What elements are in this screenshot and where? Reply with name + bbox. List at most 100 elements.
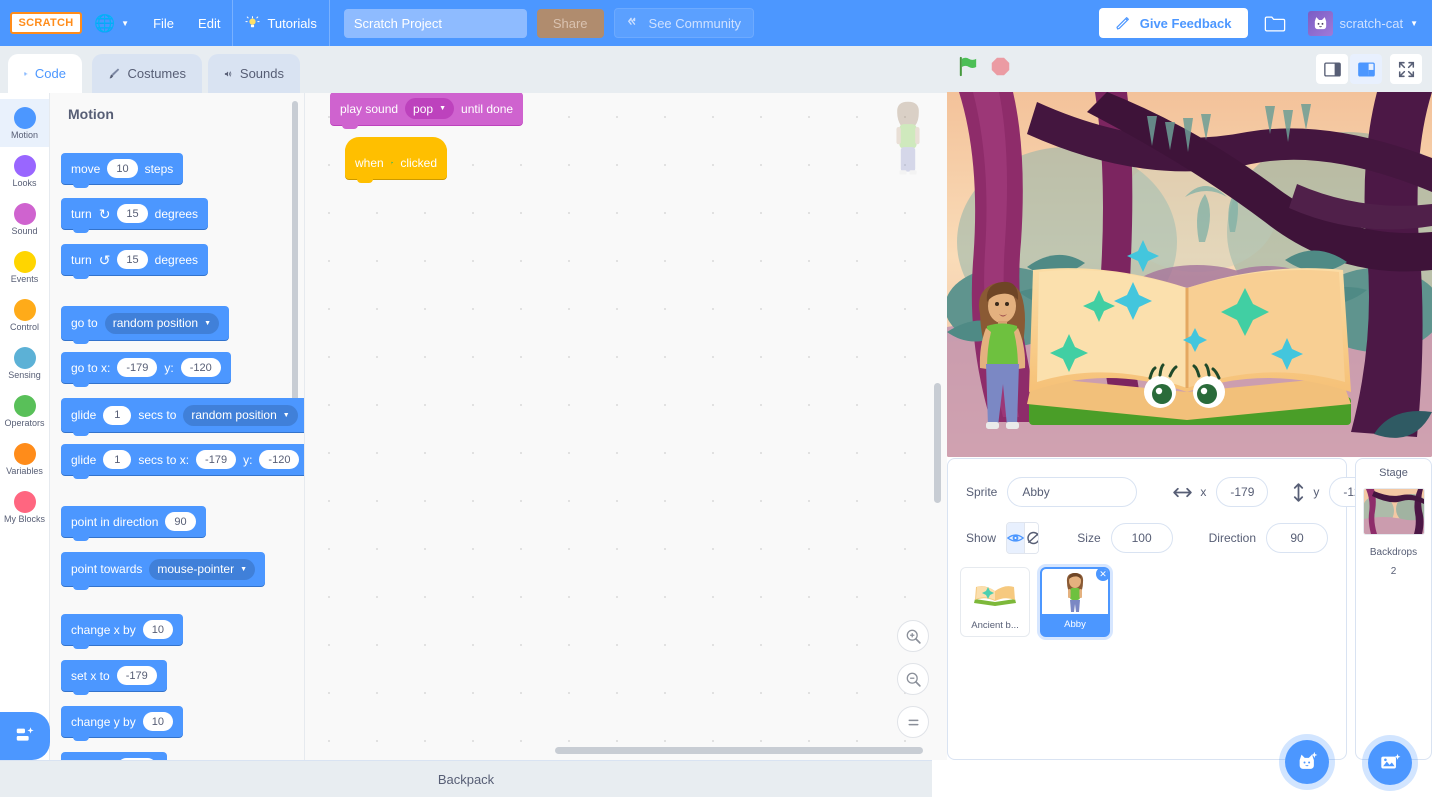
menu-tutorials[interactable]: Tutorials [233, 0, 328, 46]
block-label: y: [243, 453, 252, 467]
category-events[interactable]: Events [0, 243, 49, 291]
eye-crossed-icon [1025, 530, 1039, 546]
category-variables[interactable]: Variables [0, 435, 49, 483]
jungle-backdrop-thumb-icon [1364, 489, 1424, 534]
project-title-input[interactable] [344, 9, 527, 38]
language-menu[interactable]: 🌐 ▼ [82, 0, 141, 46]
stage-selector-pane[interactable]: Stage Backdrops 2 [1355, 458, 1432, 760]
zoom-reset-icon [905, 714, 922, 731]
sensing-color-icon [14, 347, 36, 369]
block-glide-to[interactable]: glide 1 secs to random position ▼ [61, 398, 305, 432]
sprite-x-input[interactable] [1216, 477, 1268, 507]
account-menu[interactable]: scratch-cat ▼ [1302, 0, 1432, 46]
block-point-towards[interactable]: point towards mouse-pointer ▼ [61, 552, 265, 586]
block-go-to-xy[interactable]: go to x: -179 y: -120 [61, 352, 231, 383]
speaker-icon [224, 67, 233, 81]
see-community-button[interactable]: See Community [614, 8, 754, 38]
my-stuff-button[interactable] [1248, 0, 1302, 46]
go-to-x-input[interactable]: -179 [117, 358, 157, 377]
workspace-horizontal-scrollbar[interactable] [555, 747, 923, 754]
category-sound[interactable]: Sound [0, 195, 49, 243]
large-stage-button[interactable] [1350, 54, 1382, 84]
block-set-x-to[interactable]: set x to -179 [61, 660, 167, 691]
play-sound-dropdown[interactable]: pop ▼ [405, 98, 454, 119]
zoom-out-button[interactable] [897, 663, 929, 695]
block-point-in-direction[interactable]: point in direction 90 [61, 506, 206, 537]
tab-sounds[interactable]: Sounds [208, 54, 300, 93]
add-sprite-button[interactable] [1285, 740, 1329, 784]
variables-color-icon [14, 443, 36, 465]
stop-button[interactable] [990, 56, 1011, 82]
block-set-y-to[interactable]: set y to -120 [61, 752, 167, 760]
menu-edit[interactable]: Edit [186, 0, 232, 46]
move-steps-input[interactable]: 10 [107, 159, 137, 178]
sprite-info-panel: Sprite x y Show [947, 458, 1347, 760]
category-my-blocks[interactable]: My Blocks [0, 483, 49, 531]
small-stage-button[interactable] [1316, 54, 1348, 84]
category-control[interactable]: Control [0, 291, 49, 339]
give-feedback-button[interactable]: Give Feedback [1099, 8, 1248, 38]
size-label: Size [1077, 531, 1100, 545]
sprite-name-input[interactable] [1007, 477, 1137, 507]
tab-costumes[interactable]: Costumes [92, 54, 202, 93]
turn-ccw-input[interactable]: 15 [117, 250, 147, 269]
pencil-icon [1115, 15, 1131, 31]
block-glide-to-xy[interactable]: glide 1 secs to x: -179 y: -120 [61, 444, 305, 475]
fullscreen-button[interactable] [1390, 54, 1422, 84]
backpack-drawer[interactable]: Backpack [0, 760, 932, 797]
cat-avatar-icon [1312, 15, 1329, 32]
block-palette[interactable]: Motion move 10 steps turn ↻ 15 degrees t… [50, 93, 305, 760]
block-change-y-by[interactable]: change y by 10 [61, 706, 183, 737]
add-extension-button[interactable] [0, 712, 50, 760]
category-motion[interactable]: Motion [0, 99, 49, 147]
green-flag-button[interactable] [957, 55, 980, 83]
show-hidden-button[interactable] [1024, 523, 1039, 553]
change-y-input[interactable]: 10 [143, 712, 173, 731]
block-change-x-by[interactable]: change x by 10 [61, 614, 183, 645]
sprite-direction-input[interactable] [1266, 523, 1328, 553]
category-operators[interactable]: Operators [0, 387, 49, 435]
stage-canvas[interactable] [947, 92, 1432, 457]
script-block-play-sound-until-done[interactable]: play sound pop ▼ until done [330, 93, 523, 125]
block-go-to[interactable]: go to random position ▼ [61, 306, 229, 340]
block-turn-ccw[interactable]: turn ↺ 15 degrees [61, 244, 208, 275]
show-visible-button[interactable] [1007, 523, 1024, 553]
go-to-target-dropdown[interactable]: random position ▼ [105, 313, 219, 334]
zoom-in-button[interactable] [897, 620, 929, 652]
glide-secs-input[interactable]: 1 [103, 406, 131, 425]
glide-x-input[interactable]: -179 [196, 450, 236, 469]
go-to-y-input[interactable]: -120 [181, 358, 221, 377]
block-move-steps[interactable]: move 10 steps [61, 153, 183, 184]
workspace-vertical-scrollbar[interactable] [934, 383, 941, 503]
delete-sprite-button[interactable]: ✕ [1094, 567, 1110, 583]
glide-target-dropdown[interactable]: random position ▼ [183, 405, 297, 426]
stage-pane-title: Stage [1356, 467, 1431, 479]
sprite-card-abby[interactable]: ✕ Abby [1040, 567, 1110, 637]
globe-icon: 🌐 [94, 15, 115, 32]
category-looks[interactable]: Looks [0, 147, 49, 195]
sprite-size-input[interactable] [1111, 523, 1173, 553]
block-turn-cw[interactable]: turn ↻ 15 degrees [61, 198, 208, 229]
script-block-when-flag-clicked[interactable]: when clicked [345, 137, 447, 179]
eye-icon [1007, 531, 1024, 545]
point-towards-dropdown[interactable]: mouse-pointer ▼ [149, 559, 255, 580]
share-button[interactable]: Share [537, 9, 604, 38]
add-backdrop-button[interactable] [1368, 741, 1412, 785]
set-x-input[interactable]: -179 [117, 666, 157, 685]
block-label: degrees [155, 207, 198, 221]
motion-color-icon [14, 107, 36, 129]
zoom-reset-button[interactable] [897, 706, 929, 738]
code-workspace[interactable]: play sound pop ▼ until done when clicked [305, 93, 947, 760]
change-x-input[interactable]: 10 [143, 620, 173, 639]
glide-y-input[interactable]: -120 [259, 450, 299, 469]
dropdown-value: random position [113, 316, 198, 330]
glide-xy-secs-input[interactable]: 1 [103, 450, 131, 469]
category-sensing[interactable]: Sensing [0, 339, 49, 387]
point-direction-input[interactable]: 90 [165, 512, 195, 531]
turn-cw-input[interactable]: 15 [117, 204, 147, 223]
sprite-card-ancient-book[interactable]: Ancient b... [960, 567, 1030, 637]
tab-code[interactable]: Code [8, 54, 82, 93]
palette-section-header: Motion [68, 106, 114, 122]
menu-file[interactable]: File [141, 0, 186, 46]
scratch-logo[interactable]: SCRATCH [10, 12, 82, 34]
